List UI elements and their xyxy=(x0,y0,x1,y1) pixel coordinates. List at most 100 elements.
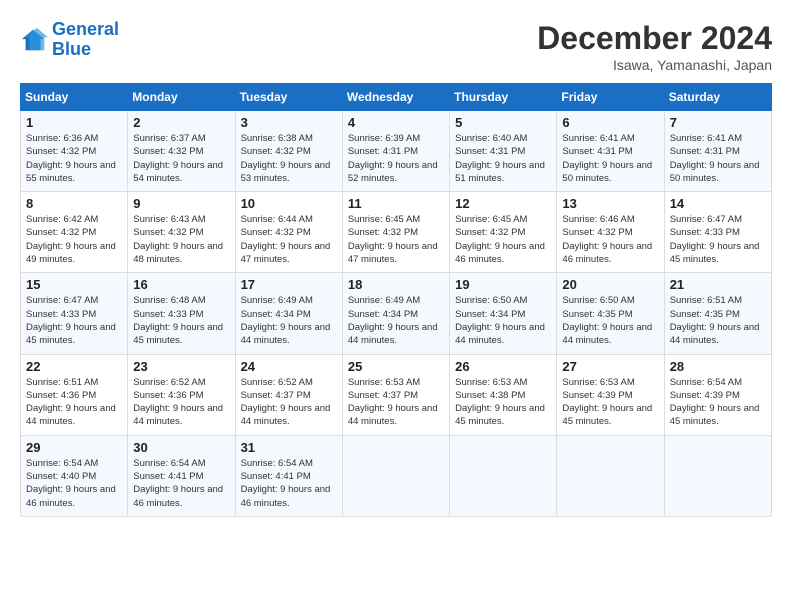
day-number: 9 xyxy=(133,196,229,211)
day-info: Sunrise: 6:47 AM Sunset: 4:33 PM Dayligh… xyxy=(26,294,122,347)
day-info: Sunrise: 6:46 AM Sunset: 4:32 PM Dayligh… xyxy=(562,213,658,266)
day-number: 3 xyxy=(241,115,337,130)
day-info: Sunrise: 6:41 AM Sunset: 4:31 PM Dayligh… xyxy=(670,132,766,185)
day-number: 8 xyxy=(26,196,122,211)
calendar-cell: 25 Sunrise: 6:53 AM Sunset: 4:37 PM Dayl… xyxy=(342,354,449,435)
weekday-header-monday: Monday xyxy=(128,84,235,111)
day-number: 30 xyxy=(133,440,229,455)
calendar-cell: 10 Sunrise: 6:44 AM Sunset: 4:32 PM Dayl… xyxy=(235,192,342,273)
calendar-cell: 16 Sunrise: 6:48 AM Sunset: 4:33 PM Dayl… xyxy=(128,273,235,354)
day-number: 10 xyxy=(241,196,337,211)
calendar-cell: 31 Sunrise: 6:54 AM Sunset: 4:41 PM Dayl… xyxy=(235,435,342,516)
calendar-week-row: 8 Sunrise: 6:42 AM Sunset: 4:32 PM Dayli… xyxy=(21,192,772,273)
calendar-table: SundayMondayTuesdayWednesdayThursdayFrid… xyxy=(20,83,772,517)
day-number: 24 xyxy=(241,359,337,374)
day-number: 14 xyxy=(670,196,766,211)
day-number: 4 xyxy=(348,115,444,130)
day-number: 7 xyxy=(670,115,766,130)
calendar-cell: 6 Sunrise: 6:41 AM Sunset: 4:31 PM Dayli… xyxy=(557,111,664,192)
day-info: Sunrise: 6:50 AM Sunset: 4:34 PM Dayligh… xyxy=(455,294,551,347)
calendar-cell: 9 Sunrise: 6:43 AM Sunset: 4:32 PM Dayli… xyxy=(128,192,235,273)
day-number: 15 xyxy=(26,277,122,292)
day-info: Sunrise: 6:54 AM Sunset: 4:39 PM Dayligh… xyxy=(670,376,766,429)
weekday-header-thursday: Thursday xyxy=(450,84,557,111)
day-info: Sunrise: 6:49 AM Sunset: 4:34 PM Dayligh… xyxy=(348,294,444,347)
day-info: Sunrise: 6:53 AM Sunset: 4:39 PM Dayligh… xyxy=(562,376,658,429)
calendar-cell: 14 Sunrise: 6:47 AM Sunset: 4:33 PM Dayl… xyxy=(664,192,771,273)
calendar-cell: 11 Sunrise: 6:45 AM Sunset: 4:32 PM Dayl… xyxy=(342,192,449,273)
calendar-cell: 18 Sunrise: 6:49 AM Sunset: 4:34 PM Dayl… xyxy=(342,273,449,354)
day-number: 17 xyxy=(241,277,337,292)
logo-line2: Blue xyxy=(52,39,91,59)
calendar-cell: 30 Sunrise: 6:54 AM Sunset: 4:41 PM Dayl… xyxy=(128,435,235,516)
calendar-cell: 8 Sunrise: 6:42 AM Sunset: 4:32 PM Dayli… xyxy=(21,192,128,273)
weekday-header-wednesday: Wednesday xyxy=(342,84,449,111)
calendar-week-row: 15 Sunrise: 6:47 AM Sunset: 4:33 PM Dayl… xyxy=(21,273,772,354)
day-number: 23 xyxy=(133,359,229,374)
calendar-cell: 13 Sunrise: 6:46 AM Sunset: 4:32 PM Dayl… xyxy=(557,192,664,273)
location: Isawa, Yamanashi, Japan xyxy=(537,57,772,73)
day-info: Sunrise: 6:38 AM Sunset: 4:32 PM Dayligh… xyxy=(241,132,337,185)
day-info: Sunrise: 6:48 AM Sunset: 4:33 PM Dayligh… xyxy=(133,294,229,347)
day-info: Sunrise: 6:52 AM Sunset: 4:36 PM Dayligh… xyxy=(133,376,229,429)
day-number: 11 xyxy=(348,196,444,211)
calendar-cell: 28 Sunrise: 6:54 AM Sunset: 4:39 PM Dayl… xyxy=(664,354,771,435)
day-info: Sunrise: 6:36 AM Sunset: 4:32 PM Dayligh… xyxy=(26,132,122,185)
day-number: 19 xyxy=(455,277,551,292)
calendar-cell: 24 Sunrise: 6:52 AM Sunset: 4:37 PM Dayl… xyxy=(235,354,342,435)
title-block: December 2024 Isawa, Yamanashi, Japan xyxy=(537,20,772,73)
day-number: 18 xyxy=(348,277,444,292)
page-header: General Blue December 2024 Isawa, Yamana… xyxy=(20,20,772,73)
calendar-cell: 22 Sunrise: 6:51 AM Sunset: 4:36 PM Dayl… xyxy=(21,354,128,435)
day-number: 12 xyxy=(455,196,551,211)
weekday-header-friday: Friday xyxy=(557,84,664,111)
calendar-cell: 5 Sunrise: 6:40 AM Sunset: 4:31 PM Dayli… xyxy=(450,111,557,192)
day-number: 31 xyxy=(241,440,337,455)
day-info: Sunrise: 6:51 AM Sunset: 4:35 PM Dayligh… xyxy=(670,294,766,347)
day-number: 16 xyxy=(133,277,229,292)
weekday-header-tuesday: Tuesday xyxy=(235,84,342,111)
day-info: Sunrise: 6:49 AM Sunset: 4:34 PM Dayligh… xyxy=(241,294,337,347)
calendar-cell: 26 Sunrise: 6:53 AM Sunset: 4:38 PM Dayl… xyxy=(450,354,557,435)
day-number: 13 xyxy=(562,196,658,211)
day-info: Sunrise: 6:53 AM Sunset: 4:38 PM Dayligh… xyxy=(455,376,551,429)
day-info: Sunrise: 6:40 AM Sunset: 4:31 PM Dayligh… xyxy=(455,132,551,185)
calendar-week-row: 1 Sunrise: 6:36 AM Sunset: 4:32 PM Dayli… xyxy=(21,111,772,192)
day-info: Sunrise: 6:37 AM Sunset: 4:32 PM Dayligh… xyxy=(133,132,229,185)
calendar-cell: 3 Sunrise: 6:38 AM Sunset: 4:32 PM Dayli… xyxy=(235,111,342,192)
calendar-cell: 23 Sunrise: 6:52 AM Sunset: 4:36 PM Dayl… xyxy=(128,354,235,435)
day-info: Sunrise: 6:54 AM Sunset: 4:41 PM Dayligh… xyxy=(133,457,229,510)
weekday-header-saturday: Saturday xyxy=(664,84,771,111)
day-number: 28 xyxy=(670,359,766,374)
calendar-cell: 2 Sunrise: 6:37 AM Sunset: 4:32 PM Dayli… xyxy=(128,111,235,192)
calendar-week-row: 22 Sunrise: 6:51 AM Sunset: 4:36 PM Dayl… xyxy=(21,354,772,435)
day-info: Sunrise: 6:47 AM Sunset: 4:33 PM Dayligh… xyxy=(670,213,766,266)
day-number: 25 xyxy=(348,359,444,374)
day-info: Sunrise: 6:51 AM Sunset: 4:36 PM Dayligh… xyxy=(26,376,122,429)
month-title: December 2024 xyxy=(537,20,772,57)
calendar-cell: 1 Sunrise: 6:36 AM Sunset: 4:32 PM Dayli… xyxy=(21,111,128,192)
logo-icon xyxy=(20,26,48,54)
calendar-cell: 4 Sunrise: 6:39 AM Sunset: 4:31 PM Dayli… xyxy=(342,111,449,192)
day-number: 27 xyxy=(562,359,658,374)
day-info: Sunrise: 6:45 AM Sunset: 4:32 PM Dayligh… xyxy=(455,213,551,266)
weekday-header-sunday: Sunday xyxy=(21,84,128,111)
logo: General Blue xyxy=(20,20,119,60)
day-info: Sunrise: 6:44 AM Sunset: 4:32 PM Dayligh… xyxy=(241,213,337,266)
calendar-cell: 29 Sunrise: 6:54 AM Sunset: 4:40 PM Dayl… xyxy=(21,435,128,516)
calendar-cell: 20 Sunrise: 6:50 AM Sunset: 4:35 PM Dayl… xyxy=(557,273,664,354)
logo-line1: General xyxy=(52,19,119,39)
day-info: Sunrise: 6:54 AM Sunset: 4:40 PM Dayligh… xyxy=(26,457,122,510)
day-info: Sunrise: 6:41 AM Sunset: 4:31 PM Dayligh… xyxy=(562,132,658,185)
day-info: Sunrise: 6:39 AM Sunset: 4:31 PM Dayligh… xyxy=(348,132,444,185)
calendar-cell xyxy=(557,435,664,516)
day-number: 2 xyxy=(133,115,229,130)
calendar-cell: 15 Sunrise: 6:47 AM Sunset: 4:33 PM Dayl… xyxy=(21,273,128,354)
calendar-cell xyxy=(342,435,449,516)
day-info: Sunrise: 6:52 AM Sunset: 4:37 PM Dayligh… xyxy=(241,376,337,429)
calendar-cell: 17 Sunrise: 6:49 AM Sunset: 4:34 PM Dayl… xyxy=(235,273,342,354)
day-info: Sunrise: 6:42 AM Sunset: 4:32 PM Dayligh… xyxy=(26,213,122,266)
day-info: Sunrise: 6:54 AM Sunset: 4:41 PM Dayligh… xyxy=(241,457,337,510)
weekday-header-row: SundayMondayTuesdayWednesdayThursdayFrid… xyxy=(21,84,772,111)
day-info: Sunrise: 6:50 AM Sunset: 4:35 PM Dayligh… xyxy=(562,294,658,347)
